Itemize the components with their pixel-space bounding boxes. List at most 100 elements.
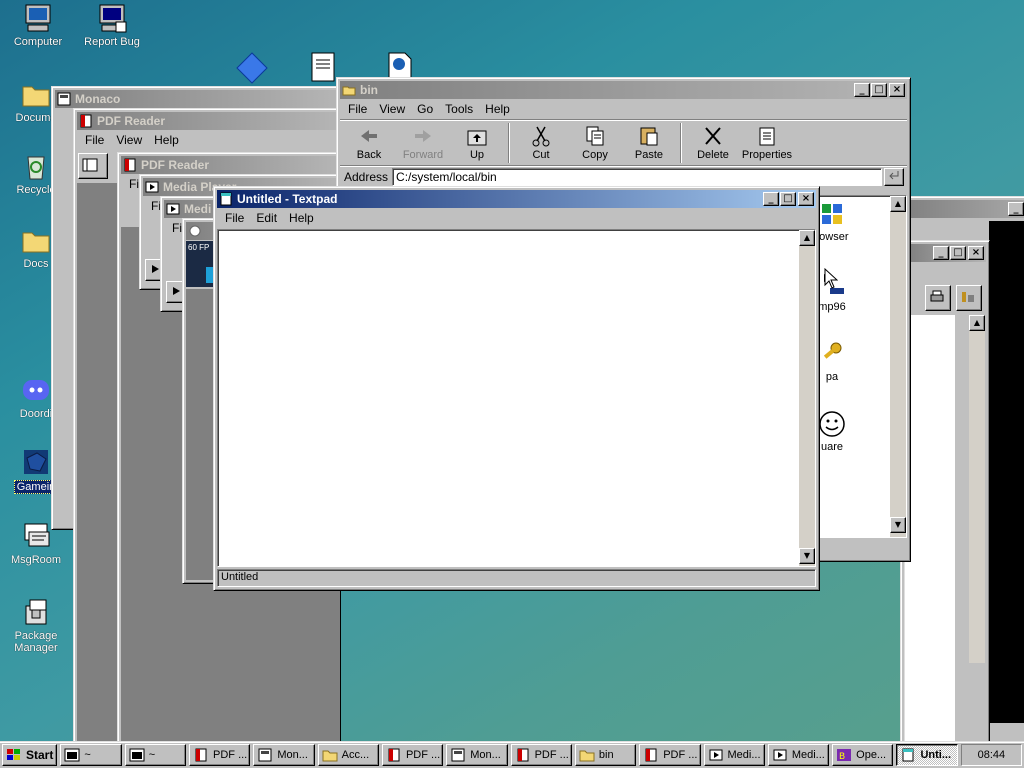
folder-icon <box>579 748 595 762</box>
back-arrow-icon <box>357 125 381 147</box>
address-input[interactable]: C:/system/local/bin <box>392 167 883 186</box>
copy-icon <box>583 125 607 147</box>
opera-icon <box>188 224 202 238</box>
minimize-button[interactable]: _ <box>763 192 779 206</box>
window-right-front[interactable]: _ □ × ▲ <box>904 240 990 744</box>
menu-view[interactable]: View <box>373 102 411 116</box>
start-button[interactable]: Start <box>2 744 58 766</box>
cut-button[interactable]: Cut <box>514 125 568 161</box>
menu-tools[interactable]: Tools <box>439 102 479 116</box>
document-icon[interactable] <box>310 52 338 82</box>
dark-panel <box>989 221 1024 723</box>
scroll-track[interactable] <box>799 246 815 548</box>
right-toolbar <box>925 285 985 313</box>
up-button[interactable]: Up <box>450 125 504 161</box>
scroll-down-button[interactable]: ▼ <box>799 548 815 564</box>
taskbar-button-monaco-1[interactable]: Mon... <box>253 744 315 766</box>
desktop-icon-package-manager[interactable]: Package Manager <box>0 596 74 654</box>
back-button[interactable]: Back <box>342 125 396 161</box>
close-button[interactable]: × <box>889 83 905 97</box>
menu-help[interactable]: Help <box>479 102 516 116</box>
taskbar-button-bin[interactable]: bin <box>574 744 637 766</box>
report-bug-icon <box>96 2 128 34</box>
scroll-up-button[interactable]: ▲ <box>890 196 906 212</box>
system-clock[interactable]: 08:44 <box>960 744 1022 766</box>
taskbar-button-textpad[interactable]: Unti... <box>896 744 958 766</box>
taskbar-button-terminal-2[interactable]: ~ <box>124 744 187 766</box>
window-pdf-reader-1-titlebar[interactable]: PDF Reader <box>77 112 337 130</box>
minimize-button[interactable]: _ <box>933 246 949 260</box>
taskbar-button-pdf-2[interactable]: PDF ... <box>381 744 444 766</box>
window-bin-titlebar[interactable]: bin _ □ × <box>340 81 907 99</box>
delete-button[interactable]: Delete <box>686 125 740 161</box>
menu-view[interactable]: View <box>110 133 148 147</box>
desktop-icon-computer[interactable]: Computer <box>0 2 76 48</box>
scroll-up-button[interactable]: ▲ <box>969 315 985 331</box>
sidebar-toggle-button[interactable] <box>78 153 108 179</box>
scroll-up-button[interactable]: ▲ <box>799 230 815 246</box>
copy-button[interactable]: Copy <box>568 125 622 161</box>
desktop-icon-report-bug[interactable]: Report Bug <box>74 2 150 48</box>
taskbar-button-pdf-3[interactable]: PDF ... <box>510 744 572 766</box>
menu-help[interactable]: Help <box>283 211 320 225</box>
scroll-track[interactable] <box>890 212 906 517</box>
taskbar-button-media-2[interactable]: Medi... <box>767 744 830 766</box>
menu-file[interactable]: File <box>79 133 110 147</box>
close-button[interactable]: × <box>798 192 814 206</box>
window-monaco-titlebar[interactable]: Monaco <box>55 90 337 108</box>
right-scrollbar[interactable]: ▲ <box>969 315 985 663</box>
maximize-button[interactable]: □ <box>780 192 796 206</box>
desktop-icon-label: Package Manager <box>14 630 58 654</box>
computer-icon <box>22 2 54 34</box>
taskbar-button-pdf-4[interactable]: PDF ... <box>639 744 701 766</box>
maximize-button[interactable]: □ <box>871 83 887 97</box>
go-button[interactable] <box>884 167 904 186</box>
editor-scrollbar[interactable]: ▲ ▼ <box>799 230 815 566</box>
properties-label: Properties <box>741 148 793 161</box>
key-icon <box>818 342 846 371</box>
windows-logo-icon <box>818 204 846 231</box>
scroll-down-button[interactable]: ▼ <box>890 517 906 533</box>
up-folder-icon <box>465 125 489 147</box>
diamond-icon[interactable] <box>236 52 268 84</box>
window-title: Monaco <box>75 92 121 106</box>
window-textpad-titlebar[interactable]: Untitled - Textpad _ □ × <box>217 190 816 208</box>
taskbar-button-opera[interactable]: B Ope... <box>832 744 894 766</box>
minimize-button[interactable]: _ <box>1008 202 1024 216</box>
menu-file[interactable]: File <box>342 102 373 116</box>
text-editor[interactable]: ▲ ▼ <box>217 229 816 567</box>
window-pdf-reader-2-titlebar[interactable]: PDF Reader <box>121 156 337 174</box>
taskbar-label: bin <box>598 749 614 761</box>
properties-icon <box>755 125 779 147</box>
right-content <box>905 315 955 743</box>
maximize-button[interactable]: □ <box>950 246 966 260</box>
window-right-back-titlebar[interactable]: _ <box>904 200 1024 218</box>
taskbar-button-terminal-1[interactable]: ~ <box>60 744 122 766</box>
text-content[interactable] <box>218 230 815 234</box>
menu-help[interactable]: Help <box>148 133 185 147</box>
menu-file[interactable]: File <box>219 211 250 225</box>
play-icon <box>171 286 181 299</box>
taskbar-button-pdf-1[interactable]: PDF ... <box>189 744 251 766</box>
menu-go[interactable]: Go <box>411 102 439 116</box>
window-textpad[interactable]: Untitled - Textpad _ □ × File Edit Help … <box>213 186 820 591</box>
close-button[interactable]: × <box>968 246 984 260</box>
taskbar-button-monaco-2[interactable]: Mon... <box>446 744 508 766</box>
minimize-button[interactable]: _ <box>854 83 870 97</box>
forward-button[interactable]: Forward <box>396 125 450 161</box>
paste-button[interactable]: Paste <box>622 125 676 161</box>
tools-button[interactable] <box>956 285 982 311</box>
forward-arrow-icon <box>411 125 435 147</box>
properties-button[interactable]: Properties <box>740 125 794 161</box>
desktop-icon-label: Report Bug <box>84 36 140 48</box>
window-right-front-titlebar[interactable]: _ □ × <box>908 244 986 262</box>
pdf-icon <box>643 748 659 762</box>
printer-button[interactable] <box>925 285 951 311</box>
menu-edit[interactable]: Edit <box>250 211 283 225</box>
toolbar-separator <box>680 122 682 163</box>
media-player-icon <box>772 748 788 762</box>
taskbar-button-accessories[interactable]: Acc... <box>317 744 379 766</box>
taskbar-button-media-1[interactable]: Medi... <box>703 744 765 766</box>
file-list-scrollbar[interactable]: ▲ ▼ <box>890 196 906 537</box>
toolbar-separator <box>508 122 510 163</box>
